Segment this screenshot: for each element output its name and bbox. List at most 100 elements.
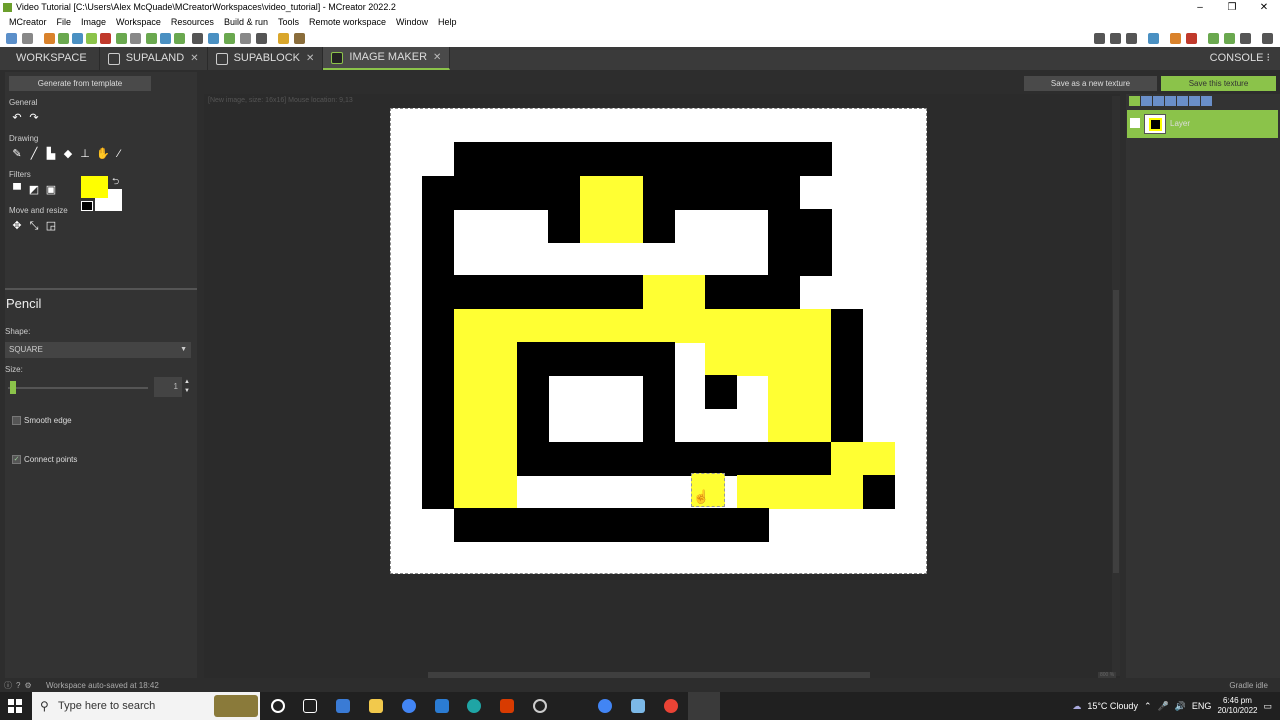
menu-image[interactable]: Image — [76, 15, 111, 30]
delete-layer-icon[interactable] — [1201, 96, 1212, 106]
variable-icon[interactable] — [208, 33, 219, 44]
spinner-arrows-icon[interactable]: ▲ ▼ — [184, 378, 190, 396]
new-element-icon[interactable] — [44, 33, 55, 44]
menu-file[interactable]: File — [52, 15, 77, 30]
edge-icon[interactable] — [467, 699, 481, 713]
tab-workspace[interactable]: WORKSPACE — [0, 47, 100, 70]
move-icon[interactable]: ✥ — [11, 220, 23, 232]
procedure-icon[interactable] — [192, 33, 203, 44]
file-explorer-icon[interactable] — [369, 699, 383, 713]
shape-select[interactable]: SQUARE ▼ — [5, 342, 191, 358]
console-button[interactable]: CONSOLE ⁝ — [1210, 47, 1270, 70]
volume-icon[interactable]: 🔊 — [1175, 701, 1186, 712]
export-icon[interactable] — [1148, 33, 1159, 44]
obs-icon[interactable] — [533, 699, 547, 713]
git-icon[interactable] — [1094, 33, 1105, 44]
undo-icon[interactable]: ↶ — [11, 112, 23, 124]
resize-icon[interactable]: ⤡ — [28, 220, 40, 232]
horizontal-scroll-thumb[interactable] — [428, 672, 870, 678]
help-icon[interactable]: ? — [16, 679, 20, 692]
upload-icon[interactable] — [1126, 33, 1137, 44]
size-slider-thumb[interactable] — [10, 381, 16, 394]
eraser-icon[interactable]: ◆ — [62, 148, 74, 160]
color-picker-icon[interactable]: ⁄ — [113, 148, 125, 160]
stamp-icon[interactable]: ⊥ — [79, 148, 91, 160]
smudge-icon[interactable]: ✋ — [96, 148, 110, 160]
image-icon[interactable] — [58, 33, 69, 44]
menu-mcreator[interactable]: MCreator — [4, 15, 52, 30]
code-icon[interactable] — [174, 33, 185, 44]
structure-icon[interactable] — [116, 33, 127, 44]
layer-down-icon[interactable] — [1177, 96, 1188, 106]
language-indicator[interactable]: ENG — [1192, 701, 1212, 711]
workspace-icon[interactable] — [6, 33, 17, 44]
stop-icon[interactable] — [1240, 33, 1251, 44]
fill-bucket-icon[interactable]: ▙ — [45, 148, 57, 160]
menu-build-run[interactable]: Build & run — [219, 15, 273, 30]
microphone-icon[interactable]: 🎤 — [1157, 701, 1168, 712]
pencil-icon[interactable]: ✎ — [11, 148, 23, 160]
cortana-icon[interactable] — [271, 699, 285, 713]
close-tab-icon[interactable]: ✕ — [306, 47, 314, 70]
menu-remote-workspace[interactable]: Remote workspace — [304, 15, 391, 30]
tab-supaland[interactable]: SUPALAND ✕ — [100, 47, 208, 70]
sound-icon[interactable] — [130, 33, 141, 44]
layer-up-icon[interactable] — [1165, 96, 1176, 106]
hue-icon[interactable]: ◩ — [28, 184, 40, 196]
minimize-button[interactable]: – — [1184, 0, 1216, 15]
chrome-red-icon[interactable] — [664, 699, 678, 713]
close-tab-icon[interactable]: ✕ — [190, 47, 198, 70]
size-spinner[interactable]: 1 — [154, 377, 182, 397]
windows-start-icon[interactable] — [8, 699, 22, 713]
build-icon[interactable] — [1186, 33, 1197, 44]
chevron-up-icon[interactable]: ⌃ — [1144, 701, 1152, 712]
gear-icon[interactable]: ⚙ — [24, 679, 31, 692]
resize-canvas-icon[interactable]: ◲ — [45, 220, 57, 232]
connect-points-checkbox[interactable]: ✓ — [12, 455, 21, 464]
size-slider-track[interactable] — [8, 387, 148, 389]
layers-icon[interactable] — [86, 33, 97, 44]
add-layer-icon[interactable] — [1129, 96, 1140, 106]
maximize-button[interactable]: ❐ — [1216, 0, 1248, 15]
image-canvas[interactable] — [390, 108, 927, 574]
reset-colors-icon[interactable] — [81, 201, 93, 211]
swap-colors-icon[interactable]: ⮌ — [112, 174, 119, 190]
hammer-icon[interactable] — [1170, 33, 1181, 44]
smooth-edge-checkbox[interactable] — [12, 416, 21, 425]
tab-supablock[interactable]: SUPABLOCK ✕ — [208, 47, 324, 70]
notification-icon[interactable]: ▭ — [1263, 701, 1272, 712]
tag-icon[interactable] — [146, 33, 157, 44]
store-icon[interactable] — [336, 699, 350, 713]
close-tab-icon[interactable]: ✕ — [433, 46, 441, 69]
save-as-new-texture-button[interactable]: Save as a new texture — [1024, 76, 1157, 91]
clock[interactable]: 6:46 pm 20/10/2022 — [1217, 696, 1257, 716]
menu-window[interactable]: Window — [391, 15, 433, 30]
wand-icon[interactable] — [256, 33, 267, 44]
download-icon[interactable] — [1110, 33, 1121, 44]
notepad-icon[interactable] — [631, 699, 645, 713]
chrome-icon[interactable] — [402, 699, 416, 713]
generate-from-template-button[interactable]: Generate from template — [9, 76, 151, 91]
layer-visibility-checkbox[interactable] — [1130, 118, 1140, 128]
run-server-icon[interactable] — [1224, 33, 1235, 44]
chrome-profile-icon[interactable] — [598, 699, 612, 713]
mcreator-taskbar-icon[interactable] — [688, 692, 720, 720]
vertical-scroll-thumb[interactable] — [1113, 290, 1119, 573]
menu-workspace[interactable]: Workspace — [111, 15, 166, 30]
mail-icon[interactable] — [435, 699, 449, 713]
info-icon[interactable]: ⓘ — [4, 679, 12, 692]
model-icon[interactable] — [100, 33, 111, 44]
plus-icon[interactable] — [160, 33, 171, 44]
edit-icon[interactable] — [294, 33, 305, 44]
close-window-button[interactable]: ✕ — [1248, 0, 1280, 15]
animation-icon[interactable] — [240, 33, 251, 44]
weather-text[interactable]: 15°C Cloudy — [1087, 701, 1138, 711]
primary-color-swatch[interactable] — [81, 176, 108, 198]
folder-icon[interactable] — [278, 33, 289, 44]
merge-layer-icon[interactable] — [1153, 96, 1164, 106]
redo-icon[interactable]: ↷ — [28, 112, 40, 124]
tab-image-maker[interactable]: IMAGE MAKER ✕ — [323, 46, 451, 70]
save-texture-button[interactable]: Save this texture — [1161, 76, 1276, 91]
texture-icon[interactable] — [72, 33, 83, 44]
menu-help[interactable]: Help — [433, 15, 462, 30]
